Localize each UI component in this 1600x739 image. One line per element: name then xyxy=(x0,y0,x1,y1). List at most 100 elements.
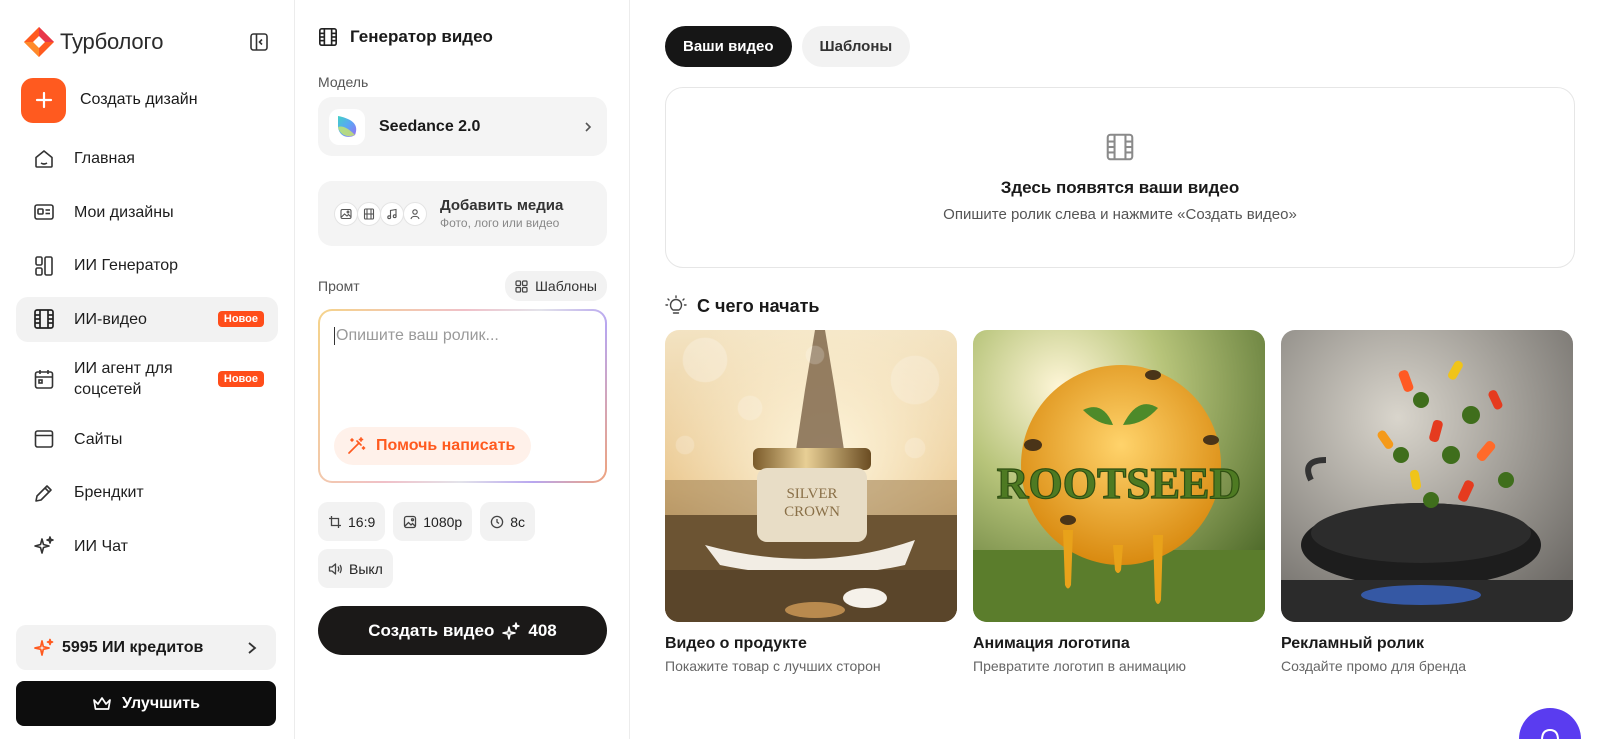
main-content: Ваши видео Шаблоны Здесь появятся ваши в… xyxy=(630,0,1600,739)
user-icon xyxy=(403,201,427,226)
create-video-button[interactable]: Создать видео 408 xyxy=(318,606,607,655)
sidebar-item-brandkit[interactable]: Брендкит xyxy=(16,470,278,515)
new-badge: Новое xyxy=(217,311,264,327)
sidebar-item-ai-chat[interactable]: ИИ Чат xyxy=(16,524,278,569)
image-icon xyxy=(334,201,358,226)
designs-icon xyxy=(32,200,56,224)
brand-logo[interactable]: Турбологo xyxy=(22,25,164,59)
tab-templates[interactable]: Шаблоны xyxy=(801,26,911,67)
duration-chip[interactable]: 8с xyxy=(480,502,535,541)
empty-state-title: Здесь появятся ваши видео xyxy=(1000,178,1240,197)
create-design-button[interactable]: Создать дизайн xyxy=(21,76,278,124)
pen-icon xyxy=(32,481,56,505)
start-section-header: С чего начать xyxy=(665,295,1575,317)
music-note-icon xyxy=(380,201,404,226)
chevron-right-icon xyxy=(248,641,257,654)
image-icon xyxy=(404,515,417,528)
panel-header: Генератор видео xyxy=(318,0,607,74)
app-root: Турбологo Создать дизайн Главная Мои диз… xyxy=(0,0,1600,739)
browser-icon xyxy=(32,427,56,451)
sidebar-item-ai-generator[interactable]: ИИ Генератор xyxy=(16,243,278,288)
credits-sparkle-icon xyxy=(34,638,54,656)
card-subtitle: Превратите логотип в анимацию xyxy=(973,658,1187,674)
upgrade-label: Улучшить xyxy=(122,694,200,712)
credits-label: 5995 ИИ кредитов xyxy=(62,638,204,656)
silver-crown-label: SILVER xyxy=(786,486,837,502)
sidebar: Турбологo Создать дизайн Главная Мои диз… xyxy=(0,0,295,739)
sidebar-item-label: ИИ Чат xyxy=(74,537,128,555)
prompt-templates-button[interactable]: Шаблоны xyxy=(505,271,607,301)
generator-icon xyxy=(32,254,56,278)
card-subtitle: Покажите товар с лучших сторон xyxy=(665,658,881,674)
new-badge: Новое xyxy=(217,371,264,387)
add-media-subtitle: Фото, лого или видео xyxy=(440,216,560,230)
logo-row: Турбологo xyxy=(16,0,278,84)
sidebar-item-sites[interactable]: Сайты xyxy=(16,417,278,462)
sound-chip[interactable]: Выкл xyxy=(318,549,393,588)
collapse-sidebar-icon[interactable] xyxy=(249,32,269,52)
credits-button[interactable]: 5995 ИИ кредитов xyxy=(16,625,276,670)
sidebar-item-home[interactable]: Главная xyxy=(16,136,278,181)
crown-icon xyxy=(93,696,111,710)
logo-mark-icon xyxy=(24,27,54,57)
template-card-ad[interactable]: Рекламный ролик Создайте промо для бренд… xyxy=(1281,330,1573,674)
prompt-header: Промт Шаблоны xyxy=(318,271,607,301)
sidebar-item-label: ИИ Генератор xyxy=(74,257,179,274)
video-settings: 16:9 1080p 8с Выкл xyxy=(318,502,608,588)
sidebar-item-label: Мои дизайны xyxy=(74,203,174,221)
lightbulb-icon xyxy=(665,295,687,314)
film-icon xyxy=(32,307,56,331)
sidebar-item-label: Сайты xyxy=(74,430,123,448)
resolution-value: 1080p xyxy=(423,513,463,530)
sparkles-icon xyxy=(32,534,56,558)
template-cards: SILVER CROWN Видео о продукте Покажите т… xyxy=(665,330,1575,674)
prompt-label: Промт xyxy=(318,278,360,294)
sidebar-item-social-agent[interactable]: ИИ агент для соцсетей Новое xyxy=(16,350,278,408)
home-icon xyxy=(32,147,56,171)
add-media-button[interactable]: Добавить медиа Фото, лого или видео xyxy=(318,181,607,246)
create-video-cost: 408 xyxy=(528,620,557,640)
model-selector[interactable]: Seedance 2.0 xyxy=(318,97,607,156)
sidebar-item-my-designs[interactable]: Мои дизайны xyxy=(16,190,278,235)
prompt-placeholder: Опишите ваш ролик... xyxy=(334,327,591,345)
model-label: Модель xyxy=(318,74,369,90)
template-card-product[interactable]: SILVER CROWN Видео о продукте Покажите т… xyxy=(665,330,957,674)
film-icon xyxy=(357,201,381,226)
chevron-right-icon xyxy=(585,121,592,132)
plus-icon xyxy=(21,77,66,123)
product-video-image: SILVER CROWN xyxy=(665,330,957,622)
aspect-ratio-chip[interactable]: 16:9 xyxy=(318,502,386,541)
sidebar-item-label: ИИ-видео xyxy=(74,310,147,328)
sidebar-item-label: Брендкит xyxy=(74,484,144,501)
create-design-label: Создать дизайн xyxy=(80,91,198,108)
resolution-chip[interactable]: 1080p xyxy=(393,502,473,541)
sidebar-nav: Главная Мои дизайны ИИ Генератор ИИ-виде… xyxy=(16,136,278,569)
svg-text:CROWN: CROWN xyxy=(784,504,840,520)
upgrade-button[interactable]: Улучшить xyxy=(16,681,276,726)
sidebar-item-ai-video[interactable]: ИИ-видео Новое xyxy=(16,296,278,342)
prompt-input[interactable]: Опишите ваш ролик... Помочь написать xyxy=(320,311,605,481)
clock-icon xyxy=(490,515,504,528)
add-media-title: Добавить медиа xyxy=(440,197,564,214)
section-title: С чего начать xyxy=(697,295,820,316)
tab-your-videos[interactable]: Ваши видео xyxy=(665,26,792,67)
prompt-templates-label: Шаблоны xyxy=(535,278,597,294)
create-video-label: Создать видео xyxy=(368,620,495,640)
seedance-logo-icon xyxy=(329,108,365,145)
video-generator-panel: Генератор видео Модель Seedance 2.0 Доба… xyxy=(295,0,630,739)
crop-icon xyxy=(329,515,341,528)
video-tabs: Ваши видео Шаблоны xyxy=(665,0,1575,67)
template-card-logo[interactable]: ROOTSEED Анимация логотипа Превратите ло… xyxy=(973,330,1265,674)
duration-value: 8с xyxy=(510,513,525,530)
add-media-text: Добавить медиа Фото, лого или видео xyxy=(440,197,563,230)
sidebar-item-label: ИИ агент для соцсетей xyxy=(74,360,173,398)
media-type-icons xyxy=(334,201,427,226)
card-title: Рекламный ролик xyxy=(1281,635,1425,652)
logo-animation-image: ROOTSEED xyxy=(973,330,1265,622)
card-subtitle: Создайте промо для бренда xyxy=(1281,658,1467,674)
help-write-button[interactable]: Помочь написать xyxy=(334,427,532,465)
speaker-icon xyxy=(328,562,342,575)
card-title: Видео о продукте xyxy=(665,635,807,652)
film-icon xyxy=(319,28,337,46)
ad-video-image xyxy=(1281,330,1573,622)
